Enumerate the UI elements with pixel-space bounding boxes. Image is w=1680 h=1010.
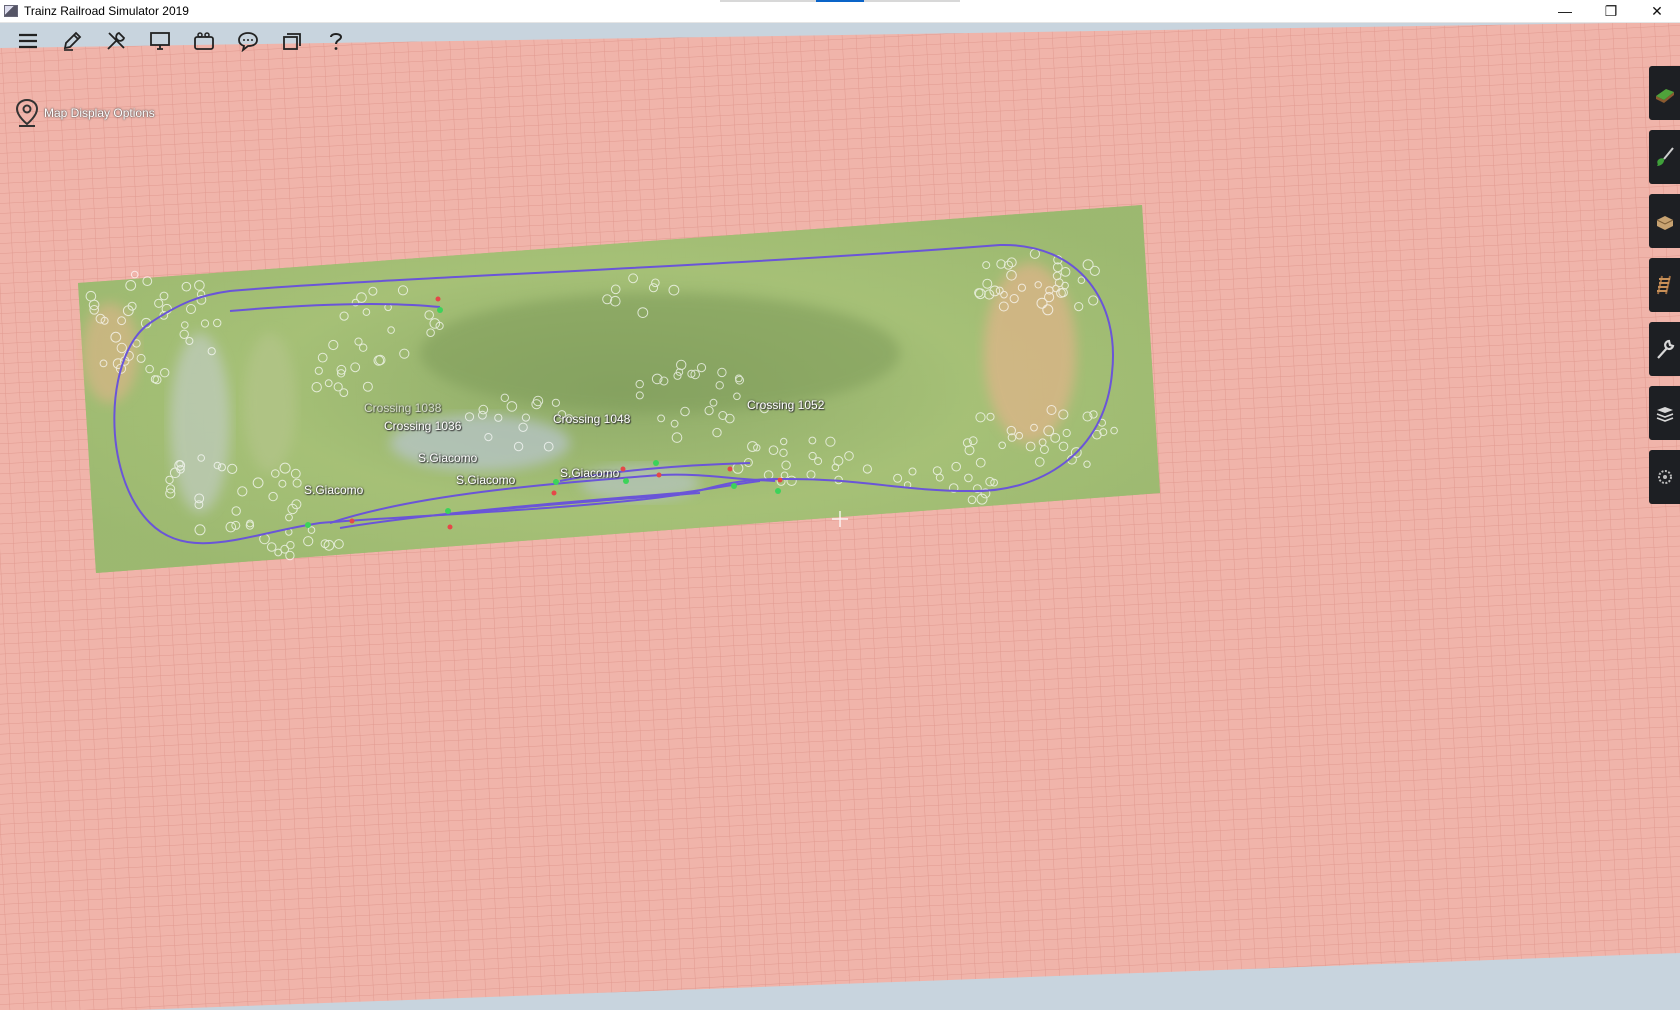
edit-button[interactable] (56, 25, 88, 57)
windows-button[interactable] (276, 25, 308, 57)
map-canvas[interactable] (0, 23, 1680, 1010)
title-bar: Trainz Railroad Simulator 2019 — ❐ ✕ (0, 0, 1680, 23)
tools-button[interactable] (100, 25, 132, 57)
windows-icon (283, 33, 301, 50)
layers-tool-icon (1656, 407, 1673, 422)
settings-tool-button[interactable] (1649, 450, 1680, 504)
station-label[interactable]: S.Giacomo (304, 483, 363, 497)
title-progress-indicator (720, 0, 960, 2)
menu-button[interactable] (12, 25, 44, 57)
monitor-icon (150, 32, 170, 50)
crossing-1038-label[interactable]: Crossing 1038 (364, 401, 441, 415)
tools-icon (107, 31, 126, 50)
objects-tool-icon (1656, 216, 1673, 230)
camera-icon (194, 32, 214, 50)
monitor-button[interactable] (144, 25, 176, 57)
terrain-tool-button[interactable] (1649, 66, 1680, 120)
restore-button[interactable]: ❐ (1588, 0, 1634, 22)
map-pin-icon (15, 98, 39, 127)
menu-icon (19, 33, 37, 49)
chat-button[interactable] (232, 25, 264, 57)
station-label[interactable]: S.Giacomo (456, 473, 515, 487)
map-viewport[interactable]: Map Display Options Crossing 1038 Crossi… (0, 23, 1680, 1010)
track-tool-icon (1656, 275, 1671, 295)
crossing-1048-label[interactable]: Crossing 1048 (553, 412, 630, 426)
restore-icon: ❐ (1604, 2, 1618, 19)
crossing-1052-label[interactable]: Crossing 1052 (747, 398, 824, 412)
edit-icon (63, 31, 82, 51)
map-display-options-label: Map Display Options (44, 106, 155, 120)
main-toolbar (0, 23, 400, 59)
layers-tool-button[interactable] (1649, 386, 1680, 440)
app-icon (4, 5, 18, 17)
crossing-1036-label[interactable]: Crossing 1036 (384, 419, 461, 433)
map-display-options-button[interactable]: Map Display Options (14, 98, 155, 128)
station-label[interactable]: S.Giacomo (418, 451, 477, 465)
minimize-icon: — (1558, 3, 1572, 19)
objects-tool-button[interactable] (1649, 194, 1680, 248)
window-title: Trainz Railroad Simulator 2019 (24, 4, 189, 18)
paint-tool-button[interactable] (1649, 130, 1680, 184)
settings-tool-icon (1657, 470, 1672, 484)
station-label[interactable]: S.Giacomo (560, 466, 619, 480)
help-icon (330, 33, 343, 50)
close-button[interactable]: ✕ (1634, 0, 1680, 22)
terrain-tool-icon (1655, 89, 1674, 103)
paint-tool-icon (1656, 147, 1674, 166)
tool-palette (1649, 66, 1680, 514)
camera-button[interactable] (188, 25, 220, 57)
close-icon: ✕ (1651, 2, 1663, 19)
wrench-tool-button[interactable] (1649, 322, 1680, 376)
wrench-tool-icon (1656, 339, 1674, 359)
help-button[interactable] (320, 25, 352, 57)
chat-icon (238, 32, 258, 52)
track-tool-button[interactable] (1649, 258, 1680, 312)
minimize-button[interactable]: — (1542, 0, 1588, 22)
